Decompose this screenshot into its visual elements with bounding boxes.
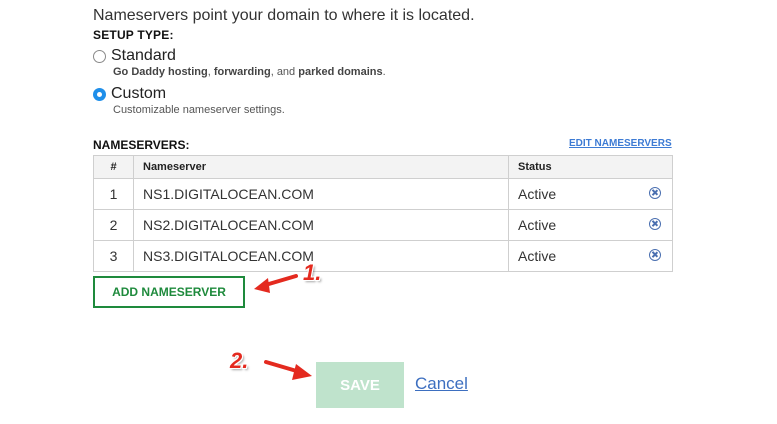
annotation-step-1: 1. xyxy=(303,260,322,285)
standard-option[interactable]: Standard xyxy=(93,47,176,65)
column-header-number: # xyxy=(93,155,134,179)
nameserver-value: NS2.DIGITALOCEAN.COM xyxy=(133,209,509,241)
column-header-nameserver: Nameserver xyxy=(133,155,509,179)
nameservers-table: # Nameserver Status 1 NS1.DIGITALOCEAN.C… xyxy=(93,155,673,272)
setup-type-label: SETUP TYPE: xyxy=(93,28,174,42)
standard-label: Standard xyxy=(111,47,176,64)
remove-circle-x-icon[interactable] xyxy=(649,249,661,261)
row-number: 2 xyxy=(93,209,134,241)
standard-desc-part1: Go Daddy hosting xyxy=(113,66,208,78)
standard-description: Go Daddy hosting, forwarding, and parked… xyxy=(113,66,386,78)
remove-circle-x-icon[interactable] xyxy=(649,218,661,230)
remove-circle-x-icon[interactable] xyxy=(649,187,661,199)
custom-option[interactable]: Custom xyxy=(93,85,166,103)
cancel-link[interactable]: Cancel xyxy=(415,374,468,394)
status-cell: Active xyxy=(508,240,673,272)
annotation-step-2: 2. xyxy=(230,348,249,373)
annotation-arrow-2-icon xyxy=(264,360,312,380)
table-header-row: # Nameserver Status xyxy=(93,155,673,179)
table-row: 3 NS3.DIGITALOCEAN.COM Active xyxy=(93,240,673,272)
status-cell: Active xyxy=(508,209,673,241)
status-cell: Active xyxy=(508,178,673,210)
row-number: 1 xyxy=(93,178,134,210)
save-button[interactable]: SAVE xyxy=(316,362,404,408)
standard-desc-sep2: , and xyxy=(270,66,299,78)
status-text: Active xyxy=(518,217,557,233)
column-header-status: Status xyxy=(508,155,673,179)
standard-radio[interactable] xyxy=(93,49,106,63)
table-row: 2 NS2.DIGITALOCEAN.COM Active xyxy=(93,209,673,241)
row-number: 3 xyxy=(93,240,134,272)
add-nameserver-button[interactable]: ADD NAMESERVER xyxy=(93,276,245,308)
standard-desc-end: . xyxy=(382,66,386,78)
edit-nameservers-link[interactable]: EDIT NAMESERVERS xyxy=(569,138,672,149)
intro-text: Nameservers point your domain to where i… xyxy=(93,7,475,24)
nameserver-value: NS1.DIGITALOCEAN.COM xyxy=(133,178,509,210)
table-row: 1 NS1.DIGITALOCEAN.COM Active xyxy=(93,178,673,210)
custom-radio[interactable] xyxy=(93,87,106,101)
standard-desc-part3: parked domains xyxy=(298,66,383,78)
custom-label: Custom xyxy=(111,85,167,102)
nameservers-label: NAMESERVERS: xyxy=(93,138,190,152)
standard-desc-part2: forwarding xyxy=(213,66,271,78)
custom-description: Customizable nameserver settings. xyxy=(113,104,285,116)
status-text: Active xyxy=(518,248,557,264)
annotation-arrow-1-icon xyxy=(254,274,298,293)
status-text: Active xyxy=(518,186,557,202)
